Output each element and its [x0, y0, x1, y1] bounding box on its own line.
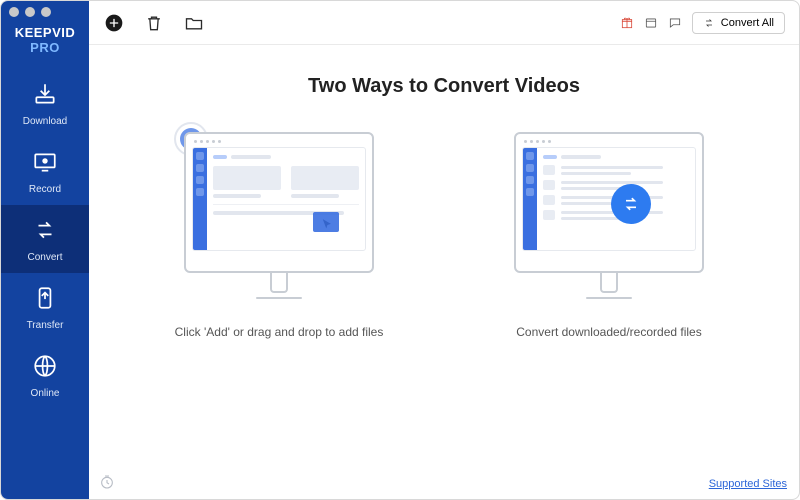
convert-overlay-icon — [611, 184, 651, 224]
convert-all-label: Convert All — [721, 17, 774, 29]
window-controls — [9, 7, 51, 17]
monitor-illustration — [184, 132, 374, 299]
logo-suffix: PRO — [30, 40, 60, 55]
close-window-icon[interactable] — [9, 7, 19, 17]
sidebar-item-label: Download — [23, 116, 67, 127]
scheduler-icon[interactable] — [99, 474, 115, 493]
sidebar-item-label: Convert — [27, 252, 62, 263]
toolbar: Convert All — [89, 1, 799, 45]
sidebar-item-label: Transfer — [27, 320, 64, 331]
convert-icon — [32, 217, 58, 246]
footer: Supported Sites — [99, 474, 787, 493]
record-icon — [32, 149, 58, 178]
content-area: Two Ways to Convert Videos — [89, 45, 799, 499]
method-add-files[interactable]: Click 'Add' or drag and drop to add file… — [159, 132, 399, 339]
supported-sites-link[interactable]: Supported Sites — [709, 478, 787, 490]
methods-row: Click 'Add' or drag and drop to add file… — [159, 132, 729, 339]
method-caption: Click 'Add' or drag and drop to add file… — [175, 325, 384, 339]
feedback-icon[interactable] — [668, 16, 682, 30]
sidebar-item-online[interactable]: Online — [1, 341, 89, 409]
transfer-icon — [32, 285, 58, 314]
add-button[interactable] — [103, 12, 125, 34]
app-window: KEEPVID PRO Download Record Convert — [0, 0, 800, 500]
method-caption: Convert downloaded/recorded files — [516, 325, 701, 339]
sidebar-item-download[interactable]: Download — [1, 69, 89, 137]
method-convert-existing[interactable]: Convert downloaded/recorded files — [489, 132, 729, 339]
monitor-illustration — [514, 132, 704, 299]
convert-icon — [703, 17, 715, 29]
dragged-file-icon — [313, 212, 339, 232]
mini-window-icon[interactable] — [644, 16, 658, 30]
globe-icon — [32, 353, 58, 382]
app-logo: KEEPVID PRO — [1, 25, 89, 55]
sidebar-item-transfer[interactable]: Transfer — [1, 273, 89, 341]
page-title: Two Ways to Convert Videos — [308, 75, 580, 98]
gift-icon[interactable] — [620, 16, 634, 30]
maximize-window-icon[interactable] — [41, 7, 51, 17]
convert-all-button[interactable]: Convert All — [692, 12, 785, 34]
delete-button[interactable] — [143, 12, 165, 34]
open-folder-button[interactable] — [183, 12, 205, 34]
logo-main: KEEPVID — [15, 25, 76, 40]
minimize-window-icon[interactable] — [25, 7, 35, 17]
download-icon — [32, 81, 58, 110]
sidebar-item-convert[interactable]: Convert — [1, 205, 89, 273]
sidebar: KEEPVID PRO Download Record Convert — [1, 1, 89, 499]
sidebar-item-record[interactable]: Record — [1, 137, 89, 205]
sidebar-item-label: Online — [31, 388, 60, 399]
sidebar-item-label: Record — [29, 184, 61, 195]
main-panel: Convert All Two Ways to Convert Videos — [89, 1, 799, 499]
